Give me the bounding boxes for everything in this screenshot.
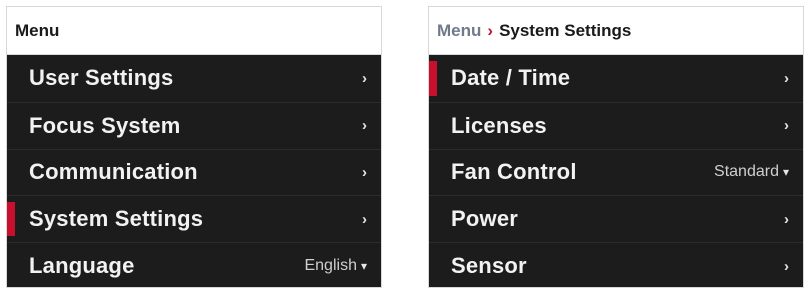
menu-item-licenses[interactable]: Licenses › — [429, 101, 803, 149]
fan-control-value: Standard — [714, 163, 779, 181]
menu-title: Menu — [15, 20, 60, 40]
dropdown-caret-icon: ▾ — [782, 165, 789, 180]
chevron-right-icon: › — [362, 117, 367, 135]
breadcrumb-separator-icon: › — [487, 20, 494, 40]
menu-item-label: Communication — [29, 159, 198, 185]
menu-item-communication[interactable]: Communication › — [7, 148, 381, 196]
menu-item-label: Power — [451, 206, 519, 232]
language-value: English — [304, 257, 357, 275]
menu-panel-system-settings: Menu › System Settings Date / Time › Lic… — [422, 0, 804, 294]
chevron-right-icon: › — [362, 163, 367, 181]
chevron-right-icon: › — [784, 210, 789, 228]
menu-item-label: Licenses — [451, 112, 547, 138]
breadcrumb: Menu › System Settings — [429, 7, 803, 55]
menu-item-sensor[interactable]: Sensor › — [429, 242, 803, 287]
menu-item-fan-control[interactable]: Fan Control Standard ▾ — [429, 148, 803, 196]
menu-item-label: Language — [29, 253, 135, 279]
menu-header: Menu — [7, 7, 381, 55]
menu-item-user-settings[interactable]: User Settings › — [7, 55, 381, 102]
menu-item-label: Focus System — [29, 112, 181, 138]
menu-list-main: Menu User Settings › Focus System › Comm… — [6, 6, 382, 288]
chevron-right-icon: › — [362, 69, 367, 87]
chevron-right-icon: › — [362, 210, 367, 228]
menu-item-focus-system[interactable]: Focus System › — [7, 101, 381, 149]
dropdown-caret-icon: ▾ — [360, 259, 367, 274]
menu-item-label: System Settings — [29, 206, 204, 232]
menu-list-system-settings: Menu › System Settings Date / Time › Lic… — [428, 6, 804, 288]
menu-item-label: Date / Time — [451, 65, 571, 91]
chevron-right-icon: › — [784, 117, 789, 135]
chevron-right-icon: › — [784, 69, 789, 87]
menu-item-label: Fan Control — [451, 159, 577, 185]
menu-item-date-time[interactable]: Date / Time › — [429, 55, 803, 102]
breadcrumb-current: System Settings — [499, 20, 632, 40]
chevron-right-icon: › — [784, 257, 789, 275]
menu-item-power[interactable]: Power › — [429, 195, 803, 242]
menu-item-label: Sensor — [451, 253, 527, 279]
menu-item-language[interactable]: Language English ▾ — [7, 242, 381, 287]
menu-item-label: User Settings — [29, 65, 174, 91]
menu-item-system-settings[interactable]: System Settings › — [7, 195, 381, 242]
breadcrumb-parent[interactable]: Menu — [437, 21, 481, 41]
menu-panel-main: Menu User Settings › Focus System › Comm… — [0, 0, 382, 294]
